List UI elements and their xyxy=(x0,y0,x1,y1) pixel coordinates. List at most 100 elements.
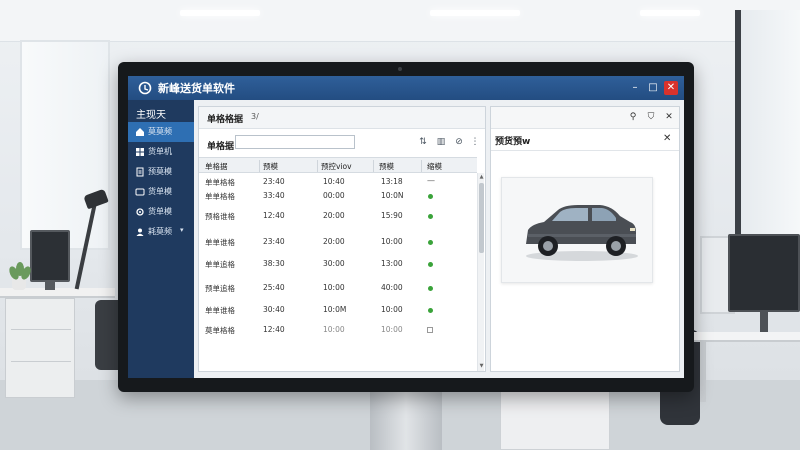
table-cell: 20:00 xyxy=(323,211,345,220)
table-cell: 23:40 xyxy=(263,177,285,186)
orders-table: 单格据 预模 预控viov 预模 缩模 单单格格 23:40 10:40 13:… xyxy=(199,157,485,371)
desk-leg xyxy=(700,342,706,402)
column-header[interactable]: 单格据 xyxy=(205,161,228,172)
background-monitor-stand xyxy=(45,282,55,290)
drawer-line xyxy=(11,361,71,362)
office-ceiling xyxy=(0,0,800,42)
table-cell: 10:00 xyxy=(323,325,345,334)
table-cell: 30:40 xyxy=(263,305,285,314)
close-button[interactable]: ✕ xyxy=(664,81,678,95)
title-bar: 新峰送货单软件 – □ ✕ xyxy=(128,76,684,100)
ceiling-light xyxy=(640,10,700,16)
preview-panel: ⚲ ⛉ ✕ 预货預w ✕ xyxy=(490,106,680,372)
bookmark-icon[interactable]: ⛉ xyxy=(645,111,657,123)
drawer-line xyxy=(11,329,71,330)
sidebar-item-label: 货单模 xyxy=(148,187,172,196)
status-dot-icon xyxy=(428,240,433,245)
tag-icon[interactable]: ⊘ xyxy=(453,136,465,148)
sidebar: 主现天 莫莫频 货单机 预莫模 货单模 货单模 耗莫频 ▾ xyxy=(128,100,194,378)
table-cell: 10:00 xyxy=(381,305,403,314)
sidebar-item-orders[interactable]: 货单机 xyxy=(128,142,194,162)
close-icon[interactable]: ✕ xyxy=(663,111,675,123)
column-divider xyxy=(373,160,374,172)
table-cell: 12:40 xyxy=(263,325,285,334)
page-title: 单格格据 xyxy=(207,115,244,125)
car-image xyxy=(501,177,653,283)
sidebar-item-users[interactable]: 耗莫频 ▾ xyxy=(128,222,194,242)
home-icon xyxy=(136,128,144,136)
table-header: 单格据 预模 预控viov 预模 缩模 xyxy=(199,157,477,173)
car-illustration xyxy=(526,205,638,261)
table-cell: 30:00 xyxy=(323,259,345,268)
table-cell: 00:00 xyxy=(323,191,345,200)
table-cell: 15:90 xyxy=(381,211,403,220)
table-cell: 10:00 xyxy=(381,237,403,246)
table-cell: 10:00 xyxy=(323,283,345,292)
document-icon xyxy=(136,167,144,177)
column-header[interactable]: 预模 xyxy=(379,161,394,172)
column-divider xyxy=(259,160,260,172)
desk-cabinet xyxy=(5,298,75,398)
table-cell: 10:0M xyxy=(323,305,347,314)
table-cell: 单单谁格 xyxy=(205,306,235,315)
preview-title: 预货預w xyxy=(495,137,531,147)
table-cell: 12:40 xyxy=(263,211,285,220)
table-cell: 33:40 xyxy=(263,191,285,200)
office-window xyxy=(20,40,110,250)
background-monitor xyxy=(30,230,70,282)
table-cell: 单单格格 xyxy=(205,178,235,187)
sidebar-item-home[interactable]: 莫莫频 xyxy=(128,122,194,142)
sidebar-item-label: 货单机 xyxy=(148,147,172,156)
sidebar-item-list[interactable]: 货单模 xyxy=(128,182,194,202)
list-icon xyxy=(135,188,145,196)
sidebar-item-label: 莫莫频 xyxy=(148,127,172,136)
table-cell: 38:30 xyxy=(263,259,285,268)
scrollbar-thumb[interactable] xyxy=(479,183,484,253)
maximize-button[interactable]: □ xyxy=(646,81,660,95)
table-scrollbar[interactable]: ▲ ▼ xyxy=(477,173,484,371)
scroll-up-icon[interactable]: ▲ xyxy=(478,174,485,180)
layout-icon[interactable]: ▥ xyxy=(435,136,447,148)
table-cell: 13:00 xyxy=(381,259,403,268)
table-cell: 20:00 xyxy=(323,237,345,246)
main-panel: 单格格据 3/ 单格据 ⇅ ▥ ⊘ ⋮ 单格据 预模 预控viov 预模 缩模 … xyxy=(198,106,486,372)
search-input[interactable] xyxy=(235,135,355,149)
status-dot-icon xyxy=(428,262,433,267)
chevron-down-icon: ▾ xyxy=(180,226,184,234)
pin-icon[interactable]: ⚲ xyxy=(627,111,639,123)
table-cell: 25:40 xyxy=(263,283,285,292)
filing-cabinet xyxy=(500,390,610,450)
column-header[interactable]: 缩模 xyxy=(427,161,442,172)
monitor-stand xyxy=(370,392,442,450)
ceiling-light xyxy=(430,10,520,16)
columns-icon[interactable]: ⇅ xyxy=(417,136,429,148)
settings-icon xyxy=(136,208,144,216)
table-cell: 莫单格格 xyxy=(205,326,235,335)
status-dot-icon xyxy=(428,286,433,291)
table-cell: 单单格格 xyxy=(205,192,235,201)
status-dot-icon xyxy=(428,194,433,199)
users-icon xyxy=(136,228,144,236)
table-cell: 10:40 xyxy=(323,177,345,186)
table-cell: 预单追格 xyxy=(205,284,235,293)
sidebar-item-templates[interactable]: 预莫模 xyxy=(128,162,194,182)
more-icon[interactable]: ⋮ xyxy=(469,136,481,148)
scroll-down-icon[interactable]: ▼ xyxy=(478,363,485,369)
preview-header: 预货預w ✕ xyxy=(491,129,679,151)
background-monitor xyxy=(728,234,800,312)
status-checkbox-icon[interactable] xyxy=(427,327,433,333)
table-cell: 23:40 xyxy=(263,237,285,246)
table-cell: 10:0N xyxy=(381,191,404,200)
column-header[interactable]: 预模 xyxy=(263,161,278,172)
sidebar-item-label: 预莫模 xyxy=(148,167,172,176)
minimize-button[interactable]: – xyxy=(628,81,642,95)
sidebar-item-settings[interactable]: 货单模 xyxy=(128,202,194,222)
column-divider xyxy=(421,160,422,172)
status-dot-icon xyxy=(428,214,433,219)
app-window: 新峰送货单软件 – □ ✕ 主现天 莫莫频 货单机 预莫模 货单模 货单模 耗莫 xyxy=(128,76,684,378)
office-desk xyxy=(690,332,800,342)
main-header: 单格格据 3/ xyxy=(199,107,485,129)
column-header[interactable]: 预控viov xyxy=(321,161,352,172)
close-icon[interactable]: ✕ xyxy=(663,133,671,144)
status-dash-icon: — xyxy=(427,176,435,185)
